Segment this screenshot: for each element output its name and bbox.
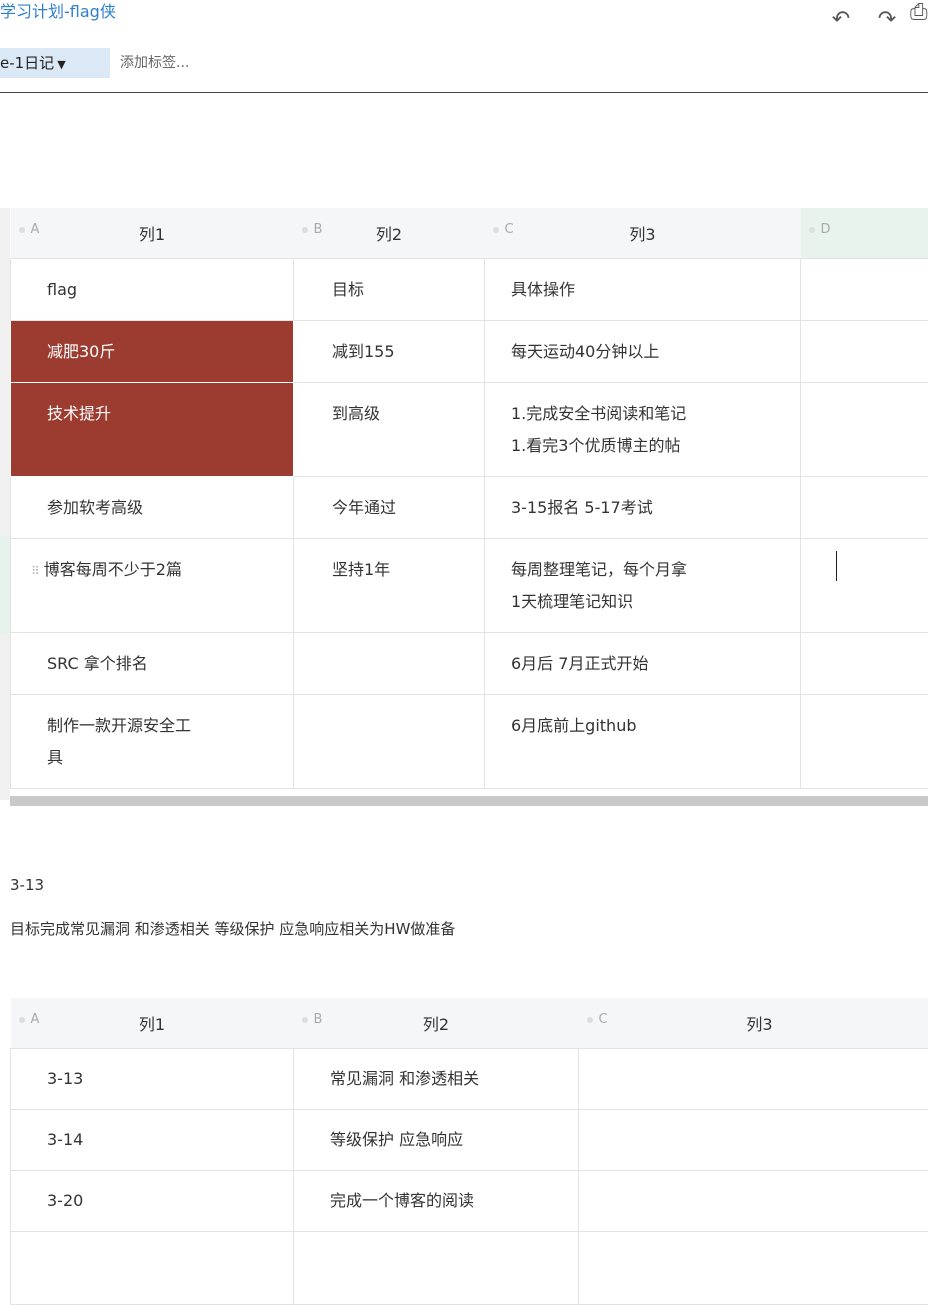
table-cell[interactable]: 3-15报名 5-17考试 [485, 477, 801, 539]
schedule-table: A列1 B列2 C列3 3-13 常见漏洞 和渗透相关 3-14 等级保护 应急… [10, 998, 928, 1305]
table-cell[interactable]: 3-13 [11, 1049, 294, 1110]
flag-table: A列1 B列2 C列3 D flag 目标 具体操作 减肥30斤 减到155 每… [10, 208, 928, 789]
notebook-label: e-1日记 [0, 54, 54, 72]
table-cell[interactable]: 减到155 [294, 321, 485, 383]
table-row: SRC 拿个排名 6月后 7月正式开始 [11, 633, 928, 695]
table-cell[interactable] [11, 1232, 294, 1305]
column-header-b[interactable]: B列2 [294, 208, 485, 259]
column-letter: C [493, 222, 514, 237]
table-cell[interactable]: 今年通过 [294, 477, 485, 539]
column-header-c[interactable]: C列3 [579, 998, 928, 1049]
column-header-d[interactable]: D [801, 208, 928, 259]
column-label: 列3 [580, 1011, 928, 1035]
table-cell[interactable] [801, 477, 928, 539]
table-cell[interactable]: 6月底前上github [485, 695, 801, 789]
column-header-a[interactable]: A列1 [11, 208, 294, 259]
table-cell[interactable]: 坚持1年 [294, 539, 485, 633]
table-row: ⠿ 博客每周不少于2篇 坚持1年 每周整理笔记，每个月拿 1天梳理笔记知识 [11, 539, 928, 633]
column-letter: B [302, 222, 323, 237]
table-cell[interactable]: 参加软考高级 [11, 477, 294, 539]
table-cell[interactable] [579, 1110, 928, 1171]
redo-icon[interactable]: ↷ [864, 7, 910, 33]
table-cell-highlighted[interactable]: 技术提升 [11, 383, 294, 477]
table-cell[interactable] [801, 633, 928, 695]
table-cell[interactable]: 常见漏洞 和渗透相关 [294, 1049, 579, 1110]
table-row: 制作一款开源安全工 具 6月底前上github [11, 695, 928, 789]
column-header-b[interactable]: B列2 [294, 998, 579, 1049]
cell-text: 博客每周不少于2篇 [44, 560, 182, 579]
table-cell[interactable] [294, 1232, 579, 1305]
table-header-row: A列1 B列2 C列3 [11, 998, 928, 1049]
text-cursor [836, 551, 837, 581]
table-cell[interactable] [294, 633, 485, 695]
table-row: 3-14 等级保护 应急响应 [11, 1110, 928, 1171]
table-cell[interactable]: 制作一款开源安全工 具 [11, 695, 294, 789]
table-cell[interactable] [801, 695, 928, 789]
table-row: 3-13 常见漏洞 和渗透相关 [11, 1049, 928, 1110]
table-cell[interactable]: 3-14 [11, 1110, 294, 1171]
header-divider [0, 92, 928, 93]
row-gutter [0, 208, 10, 800]
undo-icon[interactable]: ↶ [818, 7, 864, 33]
column-header-c[interactable]: C列3 [485, 208, 801, 259]
notebook-selector[interactable]: e-1日记▼ [0, 48, 110, 78]
table-row: 3-20 完成一个博客的阅读 [11, 1171, 928, 1232]
paragraph-goal[interactable]: 目标完成常见漏洞 和渗透相关 等级保护 应急响应相关为HW做准备 [10, 918, 455, 939]
table-cell[interactable]: 每周整理笔记，每个月拿 1天梳理笔记知识 [485, 539, 801, 633]
table-row: 减肥30斤 减到155 每天运动40分钟以上 [11, 321, 928, 383]
column-letter: A [19, 222, 40, 237]
toolbar-icons: ↶↷⎙ [818, 0, 928, 33]
column-label: 列1 [12, 221, 293, 245]
column-letter: A [19, 1012, 40, 1027]
table-cell-highlighted[interactable]: 减肥30斤 [11, 321, 294, 383]
document-title[interactable]: 学习计划-flag侠 [0, 0, 116, 24]
table-cell[interactable] [801, 383, 928, 477]
table-cell[interactable]: 3-20 [11, 1171, 294, 1232]
tag-bar: e-1日记▼ 添加标签... [0, 48, 928, 78]
column-label: 列3 [486, 221, 800, 245]
column-label: 列2 [295, 1011, 578, 1035]
table-cell[interactable] [579, 1232, 928, 1305]
column-letter: C [587, 1012, 608, 1027]
paragraph-date[interactable]: 3-13 [10, 876, 44, 894]
table-cell[interactable]: SRC 拿个排名 [11, 633, 294, 695]
table-cell[interactable]: 目标 [294, 259, 485, 321]
table-cell[interactable]: 等级保护 应急响应 [294, 1110, 579, 1171]
add-tag-input[interactable]: 添加标签... [120, 48, 189, 78]
table-cell[interactable]: 6月后 7月正式开始 [485, 633, 801, 695]
table-cell[interactable]: 具体操作 [485, 259, 801, 321]
column-label: 列1 [12, 1011, 293, 1035]
print-icon[interactable]: ⎙ [910, 0, 928, 26]
table-row [11, 1232, 928, 1305]
table-cell[interactable] [801, 539, 928, 633]
table-cell[interactable] [579, 1171, 928, 1232]
table-cell[interactable] [801, 321, 928, 383]
table-cell[interactable] [294, 695, 485, 789]
column-header-a[interactable]: A列1 [11, 998, 294, 1049]
column-letter: B [302, 1012, 323, 1027]
horizontal-scrollbar[interactable] [10, 796, 928, 806]
table-row: 技术提升 到高级 1.完成安全书阅读和笔记 1.看完3个优质博主的帖 [11, 383, 928, 477]
column-label: 列2 [295, 221, 484, 245]
table-header-row: A列1 B列2 C列3 D [11, 208, 928, 259]
table-cell[interactable]: flag [11, 259, 294, 321]
table-cell[interactable]: 完成一个博客的阅读 [294, 1171, 579, 1232]
table-cell[interactable] [801, 259, 928, 321]
table-cell[interactable]: 1.完成安全书阅读和笔记 1.看完3个优质博主的帖 [485, 383, 801, 477]
table-cell[interactable]: 每天运动40分钟以上 [485, 321, 801, 383]
table-row: flag 目标 具体操作 [11, 259, 928, 321]
table-cell[interactable] [579, 1049, 928, 1110]
table-row: 参加软考高级 今年通过 3-15报名 5-17考试 [11, 477, 928, 539]
chevron-down-icon: ▼ [57, 58, 65, 71]
column-letter: D [809, 222, 831, 237]
table-cell[interactable]: ⠿ 博客每周不少于2篇 [11, 539, 294, 633]
row-gutter-selected [0, 536, 10, 634]
drag-handle-icon[interactable]: ⠿ [31, 564, 40, 578]
table-cell[interactable]: 到高级 [294, 383, 485, 477]
